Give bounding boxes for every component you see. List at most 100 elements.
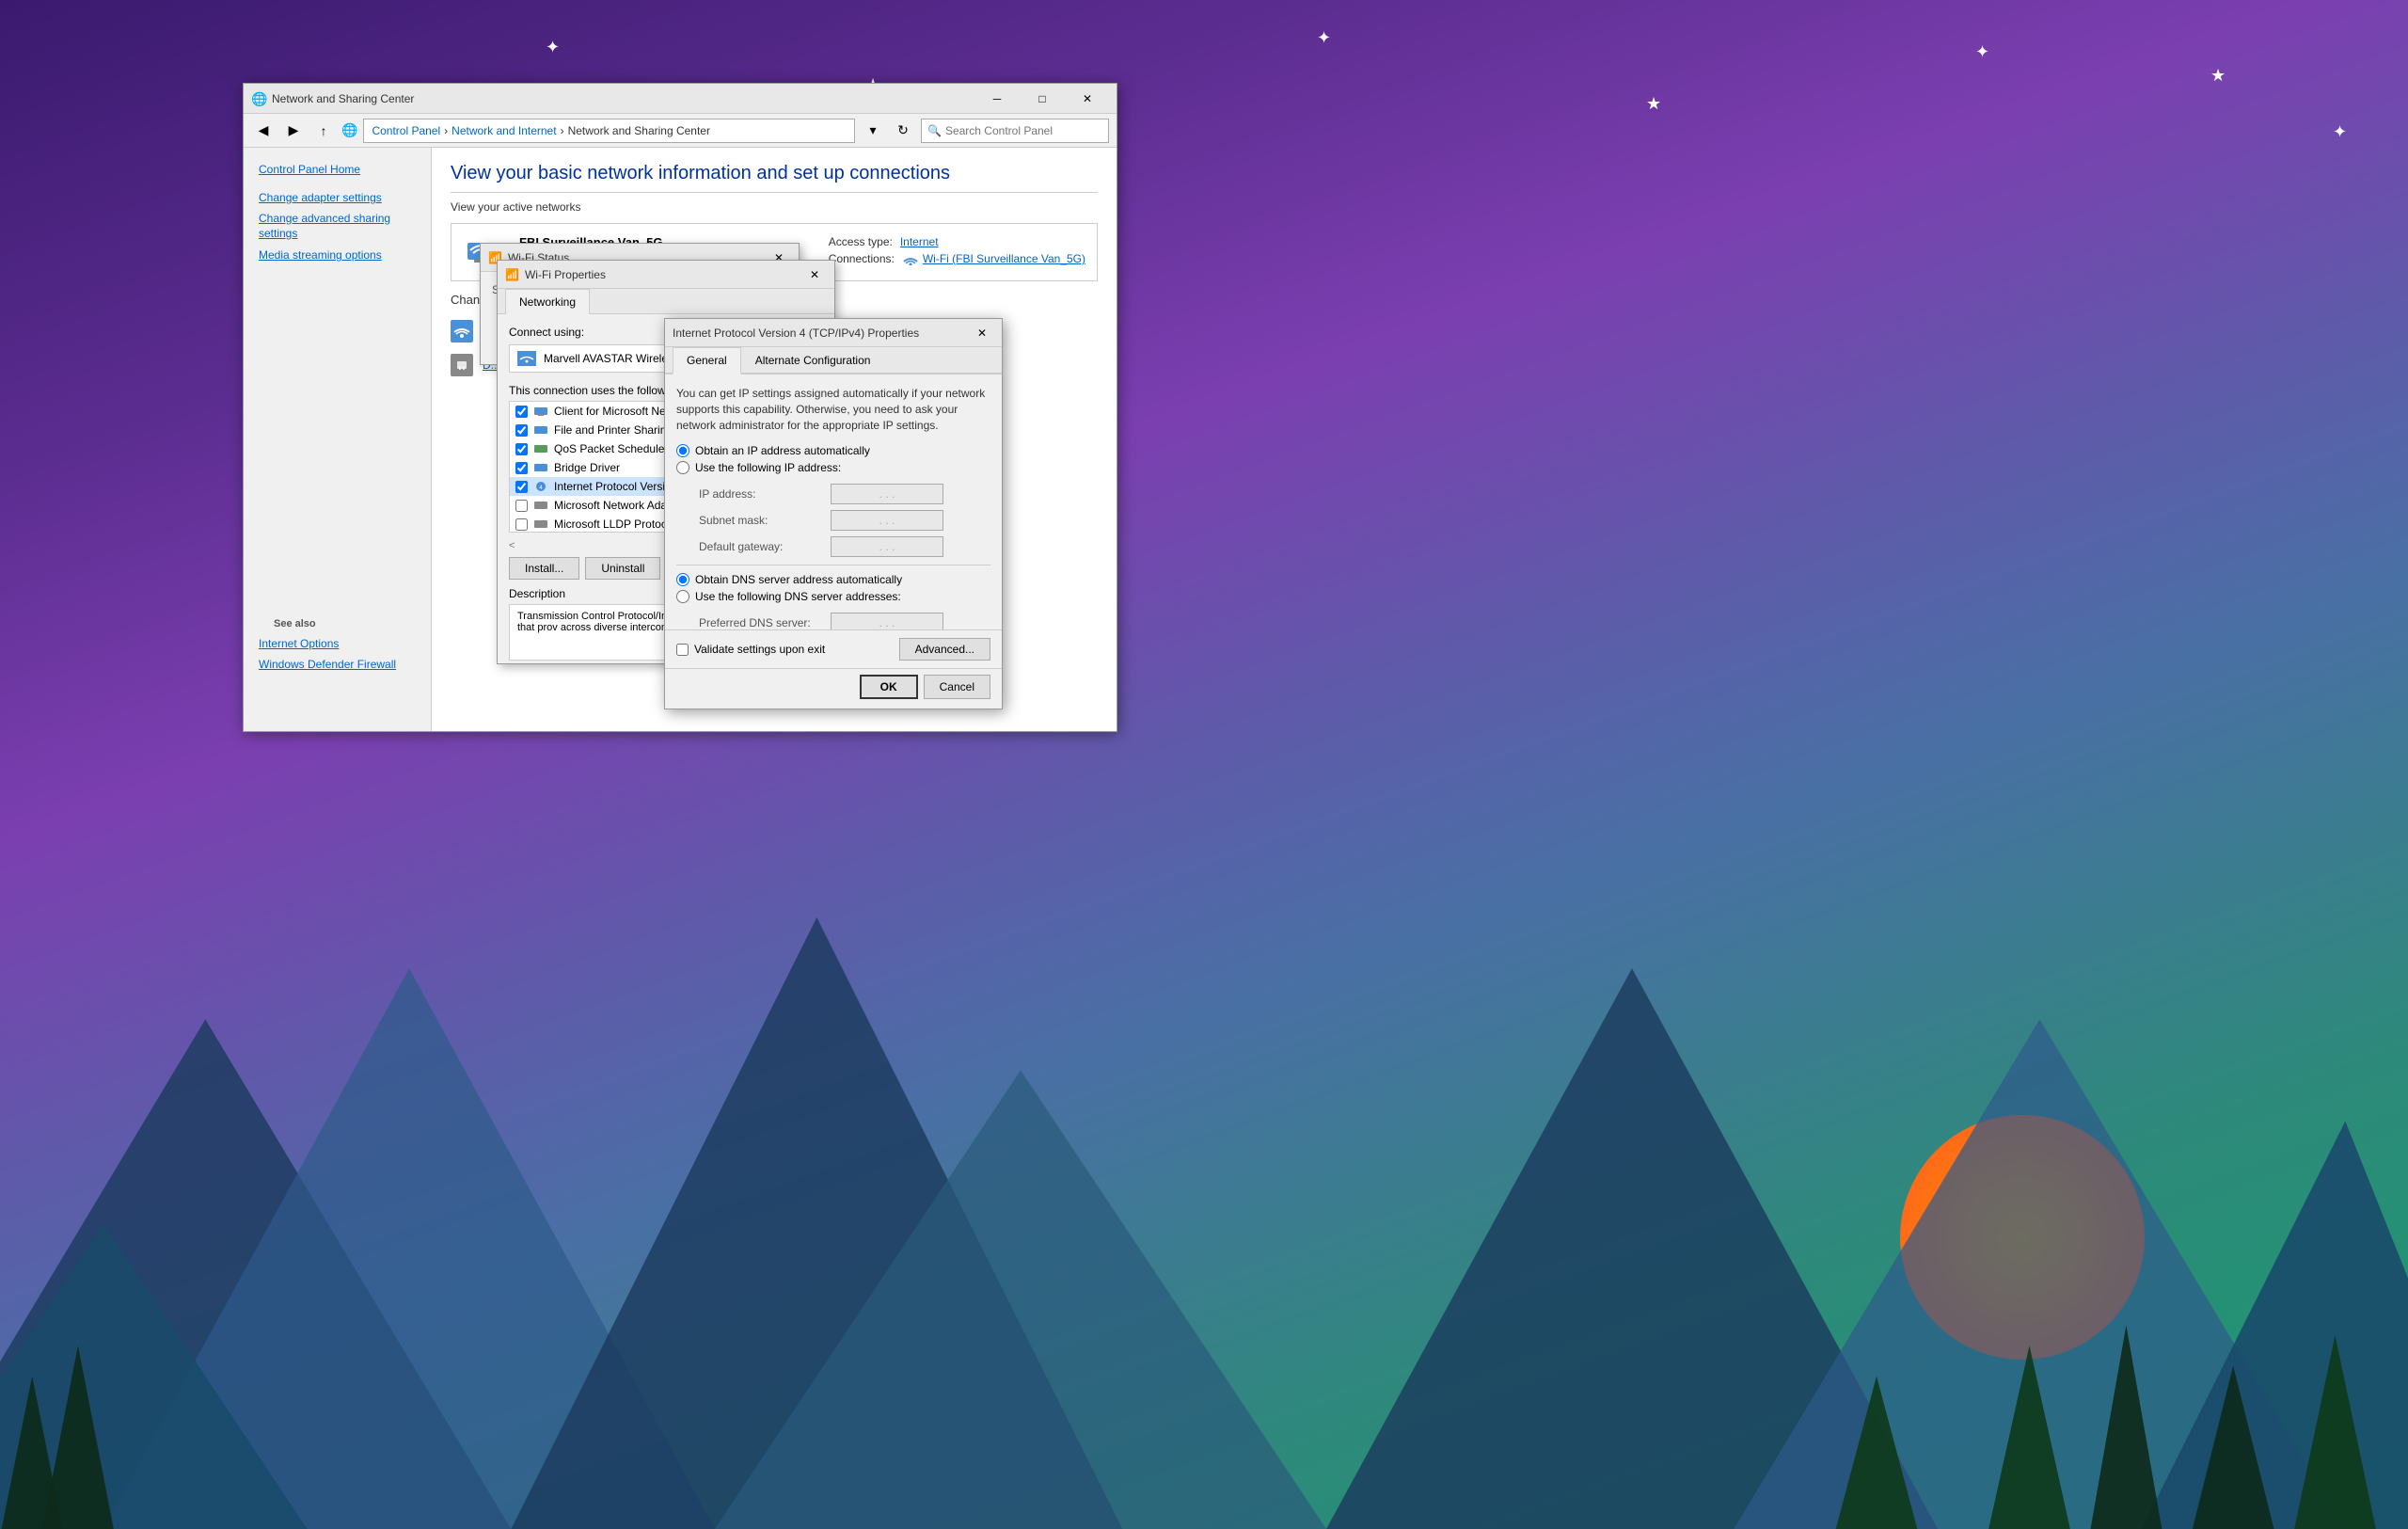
- breadcrumb-dropdown-button[interactable]: ▾: [861, 119, 885, 143]
- sidebar-item-control-panel-home[interactable]: Control Panel Home: [244, 159, 431, 180]
- wifi-props-icon: 📶: [505, 268, 519, 281]
- qos-icon: [533, 443, 548, 454]
- access-type-value: Internet: [900, 235, 939, 248]
- gateway-dots: . . .: [879, 540, 895, 553]
- see-also-label: See also: [259, 607, 417, 633]
- obtain-ip-auto-radio[interactable]: [676, 444, 689, 457]
- sun-decoration: [1900, 1115, 2145, 1360]
- qos-label: QoS Packet Scheduler: [554, 442, 668, 455]
- use-following-dns-label: Use the following DNS server addresses:: [695, 590, 901, 603]
- obtain-ip-auto-option[interactable]: Obtain an IP address automatically: [676, 444, 990, 457]
- use-following-ip-option[interactable]: Use the following IP address:: [676, 461, 990, 474]
- default-gateway-label: Default gateway:: [699, 540, 831, 553]
- ip-tabs: General Alternate Configuration: [665, 347, 1002, 374]
- sidebar-item-change-advanced[interactable]: Change advanced sharing settings: [244, 208, 431, 245]
- close-button[interactable]: ✕: [1066, 86, 1109, 112]
- tab-networking[interactable]: Networking: [505, 289, 590, 314]
- ip-dialog-titlebar: Internet Protocol Version 4 (TCP/IPv4) P…: [665, 319, 1002, 347]
- preferred-dns-row: Preferred DNS server: . . .: [676, 613, 990, 629]
- sidebar-item-windows-firewall[interactable]: Windows Defender Firewall: [259, 654, 417, 675]
- obtain-dns-auto-label: Obtain DNS server address automatically: [695, 573, 902, 586]
- qos-checkbox[interactable]: [515, 443, 528, 455]
- ipv4-checkbox[interactable]: [515, 481, 528, 493]
- ip-radio-group: Obtain an IP address automatically Use t…: [676, 444, 990, 474]
- maximize-button[interactable]: □: [1021, 86, 1064, 112]
- sidebar-item-internet-options[interactable]: Internet Options: [259, 633, 417, 654]
- search-icon: 🔍: [927, 124, 942, 137]
- page-title: View your basic network information and …: [451, 163, 1098, 193]
- wifi-props-close-button[interactable]: ✕: [802, 263, 827, 286]
- subnet-mask-row: Subnet mask: . . .: [676, 510, 990, 531]
- active-networks-label: View your active networks: [451, 200, 1098, 214]
- ip-description: You can get IP settings assigned automat…: [676, 386, 990, 433]
- address-bar: ◀ ▶ ↑ 🌐 Control Panel › Network and Inte…: [244, 114, 1117, 148]
- breadcrumb[interactable]: Control Panel › Network and Internet › N…: [363, 119, 855, 143]
- sidebar: Control Panel Home Change adapter settin…: [244, 148, 432, 731]
- lldp-checkbox[interactable]: [515, 518, 528, 531]
- validate-checkbox[interactable]: [676, 644, 689, 656]
- ms-adapter-checkbox[interactable]: [515, 500, 528, 512]
- dns-radio-group: Obtain DNS server address automatically …: [676, 573, 990, 603]
- bridge-checkbox[interactable]: [515, 462, 528, 474]
- validate-checkbox-row: Validate settings upon exit: [676, 643, 825, 656]
- use-following-ip-label: Use the following IP address:: [695, 461, 841, 474]
- sidebar-item-media-streaming[interactable]: Media streaming options: [244, 245, 431, 265]
- connections-label: Connections:: [829, 252, 895, 265]
- up-button[interactable]: ↑: [311, 119, 336, 143]
- back-button[interactable]: ◀: [251, 119, 276, 143]
- cancel-button[interactable]: Cancel: [924, 675, 990, 699]
- uninstall-button[interactable]: Uninstall: [585, 557, 660, 580]
- refresh-button[interactable]: ↻: [891, 119, 915, 143]
- obtain-dns-auto-option[interactable]: Obtain DNS server address automatically: [676, 573, 990, 586]
- adapter-net-icon: [517, 351, 536, 366]
- window-app-icon: 🌐: [251, 91, 266, 106]
- use-following-ip-radio[interactable]: [676, 461, 689, 474]
- file-sharing-checkbox[interactable]: [515, 424, 528, 437]
- ip-properties-dialog: Internet Protocol Version 4 (TCP/IPv4) P…: [664, 318, 1003, 709]
- client-icon: [533, 406, 548, 417]
- wifi-props-tabs: Networking: [498, 289, 834, 314]
- bridge-icon: [533, 462, 548, 473]
- breadcrumb-network-internet[interactable]: Network and Internet: [452, 124, 556, 137]
- subnet-dots: . . .: [879, 514, 895, 527]
- obtain-ip-auto-label: Obtain an IP address automatically: [695, 444, 870, 457]
- obtain-dns-auto-radio[interactable]: [676, 573, 689, 586]
- default-gateway-row: Default gateway: . . .: [676, 536, 990, 557]
- lldp-icon: [533, 518, 548, 530]
- ip-address-input: . . .: [831, 484, 943, 504]
- window-controls: ─ □ ✕: [975, 86, 1109, 112]
- preferred-dns-label: Preferred DNS server:: [699, 616, 831, 629]
- subnet-mask-input: . . .: [831, 510, 943, 531]
- use-following-dns-radio[interactable]: [676, 590, 689, 603]
- tab-alternate-config[interactable]: Alternate Configuration: [741, 347, 885, 373]
- ip-address-dots: . . .: [879, 487, 895, 501]
- ip-address-label: IP address:: [699, 487, 831, 501]
- search-input[interactable]: [945, 124, 1102, 137]
- preferred-dns-input: . . .: [831, 613, 943, 629]
- star-icon: ✦: [1975, 42, 1989, 62]
- ok-button[interactable]: OK: [860, 675, 918, 699]
- use-following-dns-option[interactable]: Use the following DNS server addresses:: [676, 590, 990, 603]
- ip-dialog-close-button[interactable]: ✕: [970, 322, 994, 344]
- access-type-label: Access type:: [829, 235, 893, 248]
- validate-label: Validate settings upon exit: [694, 643, 825, 656]
- client-checkbox[interactable]: [515, 406, 528, 418]
- default-gateway-input: . . .: [831, 536, 943, 557]
- breadcrumb-sep-1: ›: [444, 124, 448, 137]
- ip-content: You can get IP settings assigned automat…: [665, 374, 1002, 629]
- tab-general[interactable]: General: [673, 347, 741, 374]
- advanced-button[interactable]: Advanced...: [899, 638, 990, 661]
- file-sharing-icon: [533, 424, 548, 436]
- forward-button[interactable]: ▶: [281, 119, 306, 143]
- sidebar-item-change-adapter[interactable]: Change adapter settings: [244, 187, 431, 208]
- connections-value[interactable]: Wi-Fi (FBI Surveillance Van_5G): [923, 252, 1085, 265]
- subnet-mask-label: Subnet mask:: [699, 514, 831, 527]
- breadcrumb-control-panel[interactable]: Control Panel: [372, 124, 440, 137]
- breadcrumb-sharing-center[interactable]: Network and Sharing Center: [568, 124, 710, 137]
- ms-adapter-icon: [533, 500, 548, 511]
- star-icon: ★: [2210, 66, 2226, 86]
- breadcrumb-sep-2: ›: [561, 124, 564, 137]
- minimize-button[interactable]: ─: [975, 86, 1019, 112]
- bridge-label: Bridge Driver: [554, 461, 620, 474]
- install-button[interactable]: Install...: [509, 557, 579, 580]
